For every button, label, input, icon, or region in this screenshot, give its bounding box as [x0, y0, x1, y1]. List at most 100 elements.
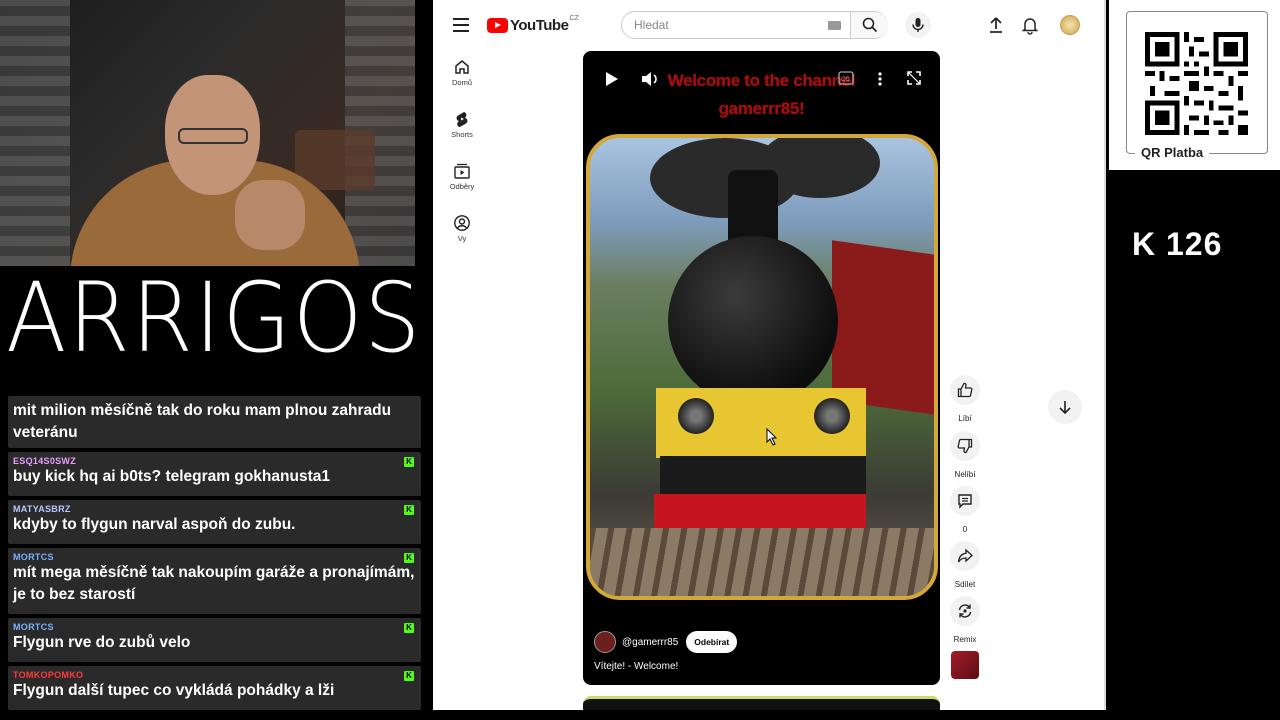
acoustic-foam — [0, 0, 70, 266]
captions-icon[interactable]: CC — [838, 71, 854, 85]
chat-username: ESQ14S0SWZ — [13, 456, 77, 466]
share-button[interactable]: Sdílet — [947, 541, 983, 589]
stream-logo: ARRIGOS — [6, 262, 423, 374]
comment-count: 0 — [962, 525, 968, 534]
comment-icon — [958, 494, 972, 509]
chat-username: MORTCS — [13, 552, 54, 562]
chat-message-text: mít mega měsíčně tak nakoupím garáže a p… — [13, 564, 415, 603]
youtube-play-logo-icon — [487, 18, 508, 33]
upload-icon[interactable] — [986, 15, 1006, 35]
locomotive-lamp — [678, 398, 714, 434]
chat-username: TOMKOPOMKO — [13, 670, 84, 680]
nav-item-subscriptions[interactable]: Odběry — [433, 156, 491, 200]
chat-message-text: kdyby to flygun narval aspoň do zubu. — [13, 516, 296, 533]
kick-viewer-counter: K 126 — [1132, 226, 1223, 262]
smoke-cloud — [760, 138, 880, 198]
keyboard-icon[interactable] — [828, 21, 841, 30]
channel-avatar[interactable] — [594, 631, 616, 653]
svg-text:CC: CC — [841, 77, 850, 83]
nav-item-label: Odběry — [449, 182, 475, 191]
play-icon[interactable] — [605, 71, 619, 87]
chat-message: TOMKOPOMKO Flygun další tupec co vykládá… — [8, 666, 421, 710]
streamer-hand — [235, 180, 305, 250]
chat-message: MORTCS Flygun rve do zubů velo K — [8, 618, 421, 662]
locomotive-boiler — [668, 236, 838, 406]
nav-item-home[interactable]: Domů — [433, 52, 491, 96]
video-frame — [586, 134, 938, 600]
youtube-window: YouTube CZ Hledat Domů Shorts Odběry Vy … — [433, 0, 1106, 710]
kick-badge-icon: K — [404, 457, 414, 467]
you-icon — [454, 215, 470, 231]
kick-badge-icon: K — [404, 623, 414, 633]
share-icon — [957, 548, 973, 563]
qr-payment-panel: QR Platba — [1109, 0, 1280, 170]
notifications-bell-icon[interactable] — [1020, 15, 1040, 35]
youtube-header: YouTube CZ Hledat — [433, 0, 1104, 50]
locomotive-red-base — [654, 494, 866, 530]
arrow-down-icon — [1059, 401, 1071, 415]
shorts-icon — [456, 112, 468, 127]
fullscreen-icon[interactable] — [907, 71, 921, 85]
voice-search-button[interactable] — [905, 12, 931, 38]
locomotive-buffer — [660, 456, 866, 496]
volume-icon[interactable] — [641, 71, 659, 87]
account-avatar[interactable] — [1060, 15, 1080, 35]
comments-button[interactable]: 0 — [947, 486, 983, 534]
region-code: CZ — [569, 15, 579, 22]
kick-badge-icon: K — [404, 553, 414, 563]
youtube-logo[interactable]: YouTube CZ — [487, 15, 579, 34]
like-label: Líbí — [958, 414, 972, 423]
share-label: Sdílet — [954, 580, 976, 589]
streamer-glasses — [178, 128, 248, 144]
microphone-icon — [912, 18, 924, 32]
nav-item-label: Domů — [451, 78, 472, 87]
more-options-icon[interactable] — [877, 71, 883, 87]
railway-tracks — [590, 528, 934, 596]
next-short-preview[interactable] — [583, 696, 940, 710]
remix-icon — [958, 604, 972, 618]
subscribe-button[interactable]: Odebírat — [686, 631, 738, 653]
kick-badge-icon: K — [404, 671, 414, 681]
dislike-icon — [957, 438, 973, 454]
locomotive-lamp — [814, 398, 850, 434]
chat-message: ESQ14S0SWZ buy kick hq ai b0ts? telegram… — [8, 452, 421, 496]
chat-message-text: Flygun rve do zubů velo — [13, 634, 191, 651]
shorts-player[interactable]: Welcome to the channel gamerrr85! CC @ga… — [583, 51, 940, 685]
like-icon — [957, 382, 973, 398]
like-button[interactable]: Líbí — [947, 375, 983, 423]
chat-username: MATYASBRZ — [13, 504, 71, 514]
chat-message: MATYASBRZ kdyby to flygun narval aspoň d… — [8, 500, 421, 544]
search-button[interactable] — [850, 12, 888, 38]
qr-label: QR Platba — [1135, 145, 1210, 160]
chat-panel: mit milion měsíčně tak do roku mam plnou… — [0, 396, 425, 720]
chat-message-text: buy kick hq ai b0ts? telegram gokhanusta… — [13, 468, 330, 485]
video-overlay-title: Welcome to the channel gamerrr85! — [583, 67, 940, 123]
mouse-cursor-icon — [766, 428, 778, 446]
video-description[interactable]: Vítejte! - Welcome! — [594, 661, 678, 672]
nav-item-you[interactable]: Vy — [433, 208, 491, 252]
video-overlay-title-line: Welcome to the channel — [667, 71, 856, 90]
next-video-button[interactable] — [1048, 390, 1082, 424]
hamburger-menu-icon[interactable] — [453, 18, 469, 32]
nav-item-label: Vy — [457, 234, 467, 243]
search-input[interactable]: Hledat — [634, 18, 669, 32]
webcam-feed — [0, 0, 415, 266]
remix-button[interactable]: Remix — [947, 596, 983, 644]
chat-message-text: mit milion měsíčně tak do roku mam plnou… — [13, 402, 392, 441]
home-icon — [455, 60, 469, 74]
search-box: Hledat — [621, 11, 888, 39]
kick-badge-icon: K — [404, 505, 414, 515]
chat-username: MORTCS — [13, 622, 54, 632]
audio-thumbnail[interactable] — [951, 651, 979, 679]
chat-message: MORTCS mít mega měsíčně tak nakoupím gar… — [8, 548, 421, 614]
channel-info: @gamerrr85 Odebírat — [594, 631, 738, 653]
video-overlay-title-line: gamerrr85! — [718, 99, 805, 118]
channel-name[interactable]: @gamerrr85 — [622, 637, 678, 648]
dislike-label: Nelíbí — [954, 470, 976, 479]
nav-item-shorts[interactable]: Shorts — [433, 104, 491, 148]
search-icon — [862, 17, 878, 33]
dislike-button[interactable]: Nelíbí — [947, 431, 983, 479]
chat-message-text: Flygun další tupec co vykládá pohádky a … — [13, 682, 335, 699]
subscriptions-icon — [454, 163, 470, 179]
chat-message: mit milion měsíčně tak do roku mam plnou… — [8, 396, 421, 448]
